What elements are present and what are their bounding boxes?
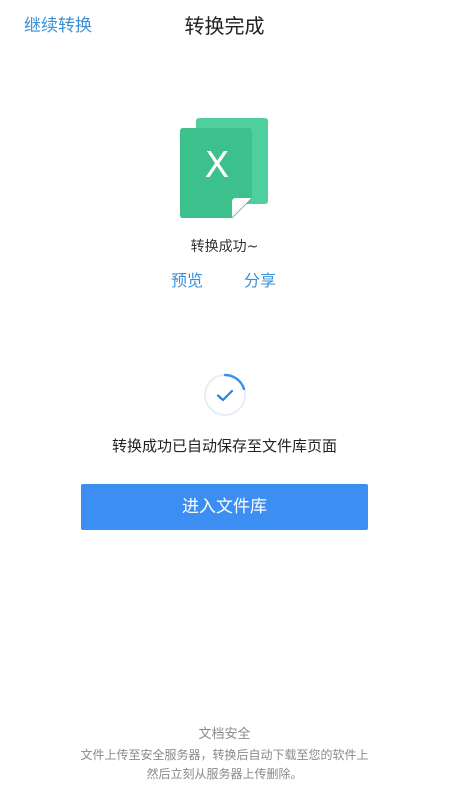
security-line-2: 然后立刻从服务器上传删除。 xyxy=(146,767,303,781)
security-line-1: 文件上传至安全服务器，转换后自动下载至您的软件上 xyxy=(80,748,369,762)
security-description: 文件上传至安全服务器，转换后自动下载至您的软件上 然后立刻从服务器上传删除。 xyxy=(50,746,399,784)
page-title: 转换完成 xyxy=(184,14,265,38)
excel-file-icon: X xyxy=(180,118,268,219)
check-circle-icon xyxy=(204,373,246,416)
header: 继续转换 转换完成 xyxy=(0,0,449,46)
preview-link[interactable]: 预览 xyxy=(171,267,203,291)
conversion-status-text: 转换成功~ xyxy=(190,239,259,255)
conversion-complete-screen: 继续转换 转换完成 X 转换成功~ 预览 分享 转换成功已自动保存至文件库页面 … xyxy=(0,0,449,802)
share-link[interactable]: 分享 xyxy=(244,267,276,291)
file-icon-letter: X xyxy=(205,145,230,186)
security-title: 文档安全 xyxy=(198,727,251,742)
saved-message: 转换成功已自动保存至文件库页面 xyxy=(111,437,337,455)
open-library-button[interactable]: 进入文件库 xyxy=(81,484,368,530)
